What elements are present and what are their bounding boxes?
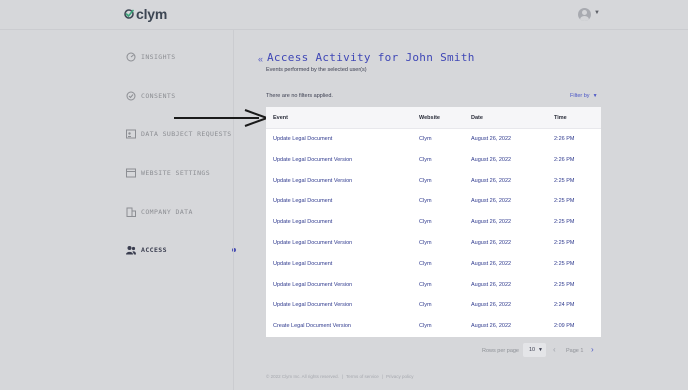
sidebar-item-label: WEBSITE SETTINGS bbox=[141, 169, 211, 177]
event-cell: Update Legal Document Version bbox=[273, 281, 353, 288]
activity-table: Event Website Date Time Update Legal Doc… bbox=[266, 107, 601, 337]
column-header-date[interactable]: Date bbox=[471, 115, 483, 121]
time-cell: 2:26 PM bbox=[554, 136, 575, 142]
table-row[interactable]: Update Legal Document Version Clym August … bbox=[266, 233, 601, 254]
time-cell: 2:25 PM bbox=[554, 281, 575, 288]
event-cell: Update Legal Document bbox=[273, 198, 333, 205]
event-cell: Update Legal Document Version bbox=[273, 156, 353, 163]
date-cell: August 26, 2022 bbox=[471, 219, 512, 226]
header-divider bbox=[0, 29, 688, 30]
website-cell: Clym bbox=[419, 323, 432, 330]
terms-link[interactable]: Terms of service bbox=[346, 374, 379, 379]
sidebar-item-consents[interactable]: CONSENTS bbox=[126, 89, 176, 103]
footer-separator: | bbox=[341, 374, 344, 379]
website-cell: Clym bbox=[419, 302, 432, 309]
filter-status: There are no filters applied. bbox=[266, 93, 333, 99]
filter-by-label: Filter by bbox=[570, 93, 590, 99]
sidebar-item-label: ACCESS bbox=[141, 246, 167, 254]
sidebar-divider bbox=[233, 30, 234, 390]
caret-down-icon: ▼ bbox=[592, 93, 598, 99]
table-row[interactable]: Update Legal Document Clym August 26, 2022… bbox=[266, 254, 601, 275]
privacy-link[interactable]: Privacy policy bbox=[386, 374, 414, 379]
user-avatar[interactable] bbox=[578, 8, 591, 21]
table-row[interactable]: Update Legal Document Clym August 26, 2022… bbox=[266, 129, 601, 150]
time-cell: 2:25 PM bbox=[554, 240, 575, 246]
clym-logo[interactable]: clym bbox=[124, 6, 167, 22]
sidebar-item-label: INSIGHTS bbox=[141, 53, 176, 61]
website-cell: Clym bbox=[419, 219, 432, 226]
sidebar-item-label: DATA SUBJECT REQUESTS bbox=[141, 130, 232, 138]
time-cell: 2:09 PM bbox=[554, 323, 575, 330]
check-circle-icon bbox=[126, 91, 136, 101]
sidebar-item-company-data[interactable]: COMPANY DATA bbox=[126, 205, 193, 219]
chevron-down-icon[interactable]: ▼ bbox=[594, 10, 600, 16]
website-cell: Clym bbox=[419, 156, 432, 163]
brand-name: clym bbox=[136, 6, 168, 22]
website-cell: Clym bbox=[419, 136, 432, 142]
time-cell: 2:24 PM bbox=[554, 302, 575, 309]
date-cell: August 26, 2022 bbox=[471, 198, 512, 205]
table-row[interactable]: Update Legal Document Version Clym August … bbox=[266, 275, 601, 296]
date-cell: August 26, 2022 bbox=[471, 302, 512, 309]
time-cell: 2:25 PM bbox=[554, 219, 575, 226]
sidebar-item-access[interactable]: ACCESS bbox=[126, 243, 167, 257]
page-label: Page 1 bbox=[566, 348, 584, 354]
date-cell: August 26, 2022 bbox=[471, 240, 512, 246]
time-cell: 2:25 PM bbox=[554, 260, 575, 267]
building-icon bbox=[126, 207, 136, 217]
time-cell: 2:25 PM bbox=[554, 177, 575, 184]
date-cell: August 26, 2022 bbox=[471, 323, 512, 330]
website-cell: Clym bbox=[419, 281, 432, 288]
table-row[interactable]: Update Legal Document Clym August 26, 2022… bbox=[266, 191, 601, 212]
date-cell: August 26, 2022 bbox=[471, 177, 512, 184]
gauge-icon bbox=[126, 52, 136, 62]
sidebar-item-data-subject-requests[interactable]: DATA SUBJECT REQUESTS bbox=[126, 127, 232, 141]
column-header-time[interactable]: Time bbox=[554, 115, 567, 121]
page-title: Access Activity for John Smith bbox=[267, 51, 475, 64]
event-cell: Create Legal Document Version bbox=[273, 323, 351, 330]
table-header: Event Website Date Time bbox=[266, 107, 601, 129]
website-cell: Clym bbox=[419, 240, 432, 246]
table-row[interactable]: Update Legal Document Version Clym August … bbox=[266, 171, 601, 192]
copyright-text: © 2022 Clym Inc. All rights reserved. bbox=[266, 374, 339, 379]
event-cell: Update Legal Document bbox=[273, 260, 333, 267]
rows-per-page-label: Rows per page bbox=[482, 348, 519, 354]
event-cell: Update Legal Document Version bbox=[273, 302, 353, 309]
previous-page-icon[interactable]: ‹ bbox=[553, 345, 556, 354]
users-icon bbox=[126, 246, 136, 255]
sidebar-item-insights[interactable]: INSIGHTS bbox=[126, 50, 176, 64]
back-icon[interactable]: « bbox=[258, 54, 263, 64]
footer-separator: | bbox=[381, 374, 383, 379]
chevron-down-icon: ▼ bbox=[538, 347, 543, 353]
table-row[interactable]: Update Legal Document Version Clym August … bbox=[266, 150, 601, 171]
sidebar-item-label: CONSENTS bbox=[141, 92, 176, 100]
id-card-icon bbox=[126, 129, 136, 139]
table-row[interactable]: Create Legal Document Version Clym August … bbox=[266, 316, 601, 337]
browser-window-icon bbox=[126, 168, 136, 178]
filter-by-button[interactable]: Filter by ▼ bbox=[570, 93, 598, 99]
date-cell: August 26, 2022 bbox=[471, 136, 512, 142]
time-cell: 2:26 PM bbox=[554, 156, 575, 163]
date-cell: August 26, 2022 bbox=[471, 156, 512, 163]
date-cell: August 26, 2022 bbox=[471, 281, 512, 288]
time-cell: 2:25 PM bbox=[554, 198, 575, 205]
event-cell: Update Legal Document bbox=[273, 219, 333, 226]
page-subtitle: Events performed by the selected user(s) bbox=[266, 67, 367, 73]
clym-check-icon bbox=[124, 9, 134, 19]
sidebar-item-label: COMPANY DATA bbox=[141, 208, 193, 216]
column-header-event[interactable]: Event bbox=[273, 115, 288, 121]
event-cell: Update Legal Document Version bbox=[273, 240, 353, 246]
footer: © 2022 Clym Inc. All rights reserved. | … bbox=[266, 374, 413, 379]
event-cell: Update Legal Document bbox=[273, 136, 333, 142]
sidebar-item-website-settings[interactable]: WEBSITE SETTINGS bbox=[126, 166, 210, 180]
website-cell: Clym bbox=[419, 260, 432, 267]
table-row[interactable]: Update Legal Document Version Clym August … bbox=[266, 295, 601, 316]
website-cell: Clym bbox=[419, 177, 432, 184]
next-page-icon[interactable]: › bbox=[591, 345, 594, 354]
website-cell: Clym bbox=[419, 198, 432, 205]
table-row[interactable]: Update Legal Document Clym August 26, 2022… bbox=[266, 212, 601, 233]
column-header-website[interactable]: Website bbox=[419, 115, 440, 121]
event-cell: Update Legal Document Version bbox=[273, 177, 353, 184]
date-cell: August 26, 2022 bbox=[471, 260, 512, 267]
